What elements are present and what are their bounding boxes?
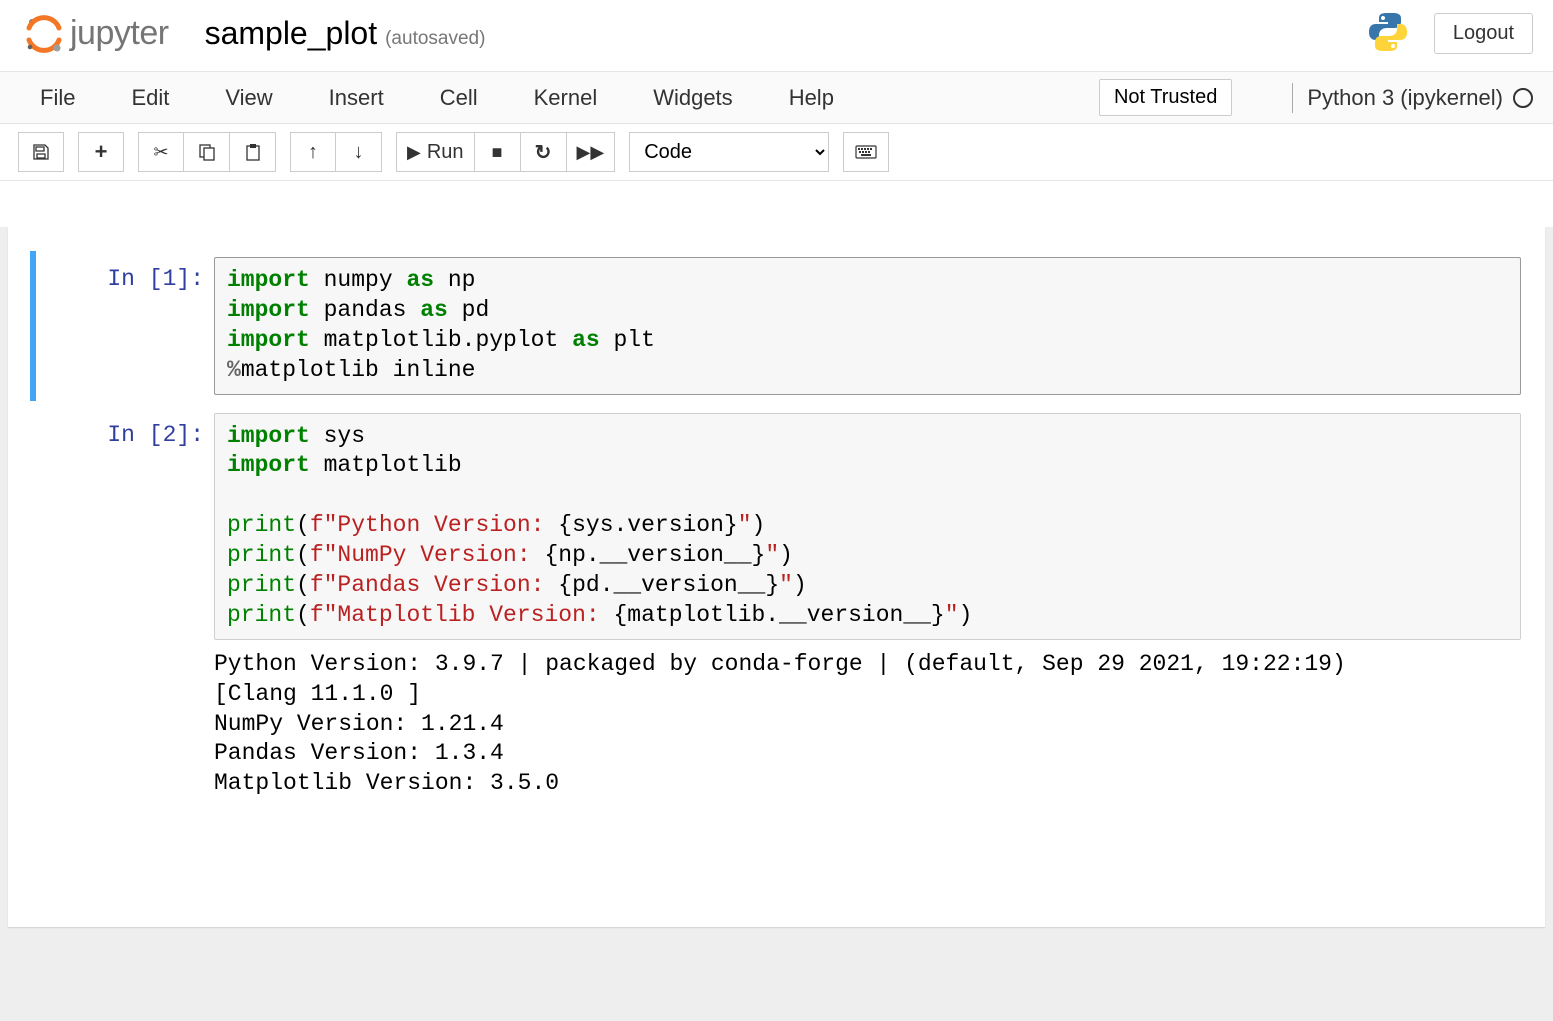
menu-help[interactable]: Help xyxy=(789,75,860,121)
restart-button[interactable]: ↻ xyxy=(521,132,567,172)
header: jupyter sample_plot (autosaved) Logout xyxy=(0,0,1553,72)
menu-kernel[interactable]: Kernel xyxy=(534,75,624,121)
command-palette-button[interactable] xyxy=(843,132,889,172)
interrupt-button[interactable]: ■ xyxy=(475,132,521,172)
save-button[interactable] xyxy=(18,132,64,172)
code-cell[interactable]: In [2]: import sys import matplotlib pri… xyxy=(18,413,1535,800)
scissors-icon: ✂ xyxy=(153,142,168,163)
play-icon: ▶ xyxy=(407,142,421,163)
move-up-button[interactable]: ↑ xyxy=(290,132,336,172)
add-cell-button[interactable]: + xyxy=(78,132,124,172)
move-down-button[interactable]: ↓ xyxy=(336,132,382,172)
cut-button[interactable]: ✂ xyxy=(138,132,184,172)
input-area[interactable]: import numpy as np import pandas as pd i… xyxy=(214,257,1521,395)
stop-icon: ■ xyxy=(492,142,503,163)
menu-insert[interactable]: Insert xyxy=(329,75,410,121)
menu-view[interactable]: View xyxy=(225,75,298,121)
restart-icon: ↻ xyxy=(535,140,552,165)
code-cell[interactable]: In [1]: import numpy as np import pandas… xyxy=(18,257,1535,395)
paste-button[interactable] xyxy=(230,132,276,172)
python-logo-icon xyxy=(1366,10,1410,57)
plus-icon: + xyxy=(95,139,108,165)
logout-button[interactable]: Logout xyxy=(1434,13,1533,54)
notebook-name[interactable]: sample_plot xyxy=(205,15,378,52)
code-content[interactable]: import sys import matplotlib print(f"Pyt… xyxy=(227,422,1508,631)
run-label: Run xyxy=(427,141,464,164)
jupyter-logo[interactable]: jupyter xyxy=(24,14,169,54)
arrow-down-icon: ↓ xyxy=(354,141,364,164)
save-icon xyxy=(32,143,50,161)
keyboard-icon xyxy=(855,145,877,159)
menu-cell[interactable]: Cell xyxy=(440,75,504,121)
copy-icon xyxy=(198,143,216,161)
paste-icon xyxy=(244,143,262,161)
menu-edit[interactable]: Edit xyxy=(131,75,195,121)
toolbar: + ✂ ↑ ↓ ▶ Run ■ ↻ ▶▶ xyxy=(0,124,1553,181)
jupyter-logo-text: jupyter xyxy=(70,14,169,53)
code-content[interactable]: import numpy as np import pandas as pd i… xyxy=(227,266,1508,386)
prompt-column: In [2]: xyxy=(18,413,214,800)
output-text[interactable]: Python Version: 3.9.7 | packaged by cond… xyxy=(214,650,1521,799)
arrow-up-icon: ↑ xyxy=(308,141,318,164)
menu-file[interactable]: File xyxy=(36,75,101,121)
input-prompt: In [2]: xyxy=(107,422,204,448)
fast-forward-icon: ▶▶ xyxy=(577,142,605,163)
trust-button[interactable]: Not Trusted xyxy=(1099,79,1232,116)
output-area: Python Version: 3.9.7 | packaged by cond… xyxy=(214,640,1521,799)
notebook-title[interactable]: sample_plot (autosaved) xyxy=(205,15,486,52)
kernel-name[interactable]: Python 3 (ipykernel) xyxy=(1307,85,1503,111)
prompt-column: In [1]: xyxy=(18,257,214,395)
input-area[interactable]: import sys import matplotlib print(f"Pyt… xyxy=(214,413,1521,640)
input-prompt: In [1]: xyxy=(107,266,204,292)
save-status: (autosaved) xyxy=(385,28,485,50)
kernel-idle-icon[interactable] xyxy=(1513,88,1533,108)
cell-type-select[interactable]: Code xyxy=(629,132,829,172)
menubar: File Edit View Insert Cell Kernel Widget… xyxy=(0,72,1553,124)
copy-button[interactable] xyxy=(184,132,230,172)
notebook-container[interactable]: In [1]: import numpy as np import pandas… xyxy=(8,227,1545,927)
run-button[interactable]: ▶ Run xyxy=(396,132,475,172)
separator xyxy=(1292,83,1293,113)
menu-widgets[interactable]: Widgets xyxy=(653,75,758,121)
notebook-background: In [1]: import numpy as np import pandas… xyxy=(0,227,1553,1021)
restart-run-all-button[interactable]: ▶▶ xyxy=(567,132,616,172)
